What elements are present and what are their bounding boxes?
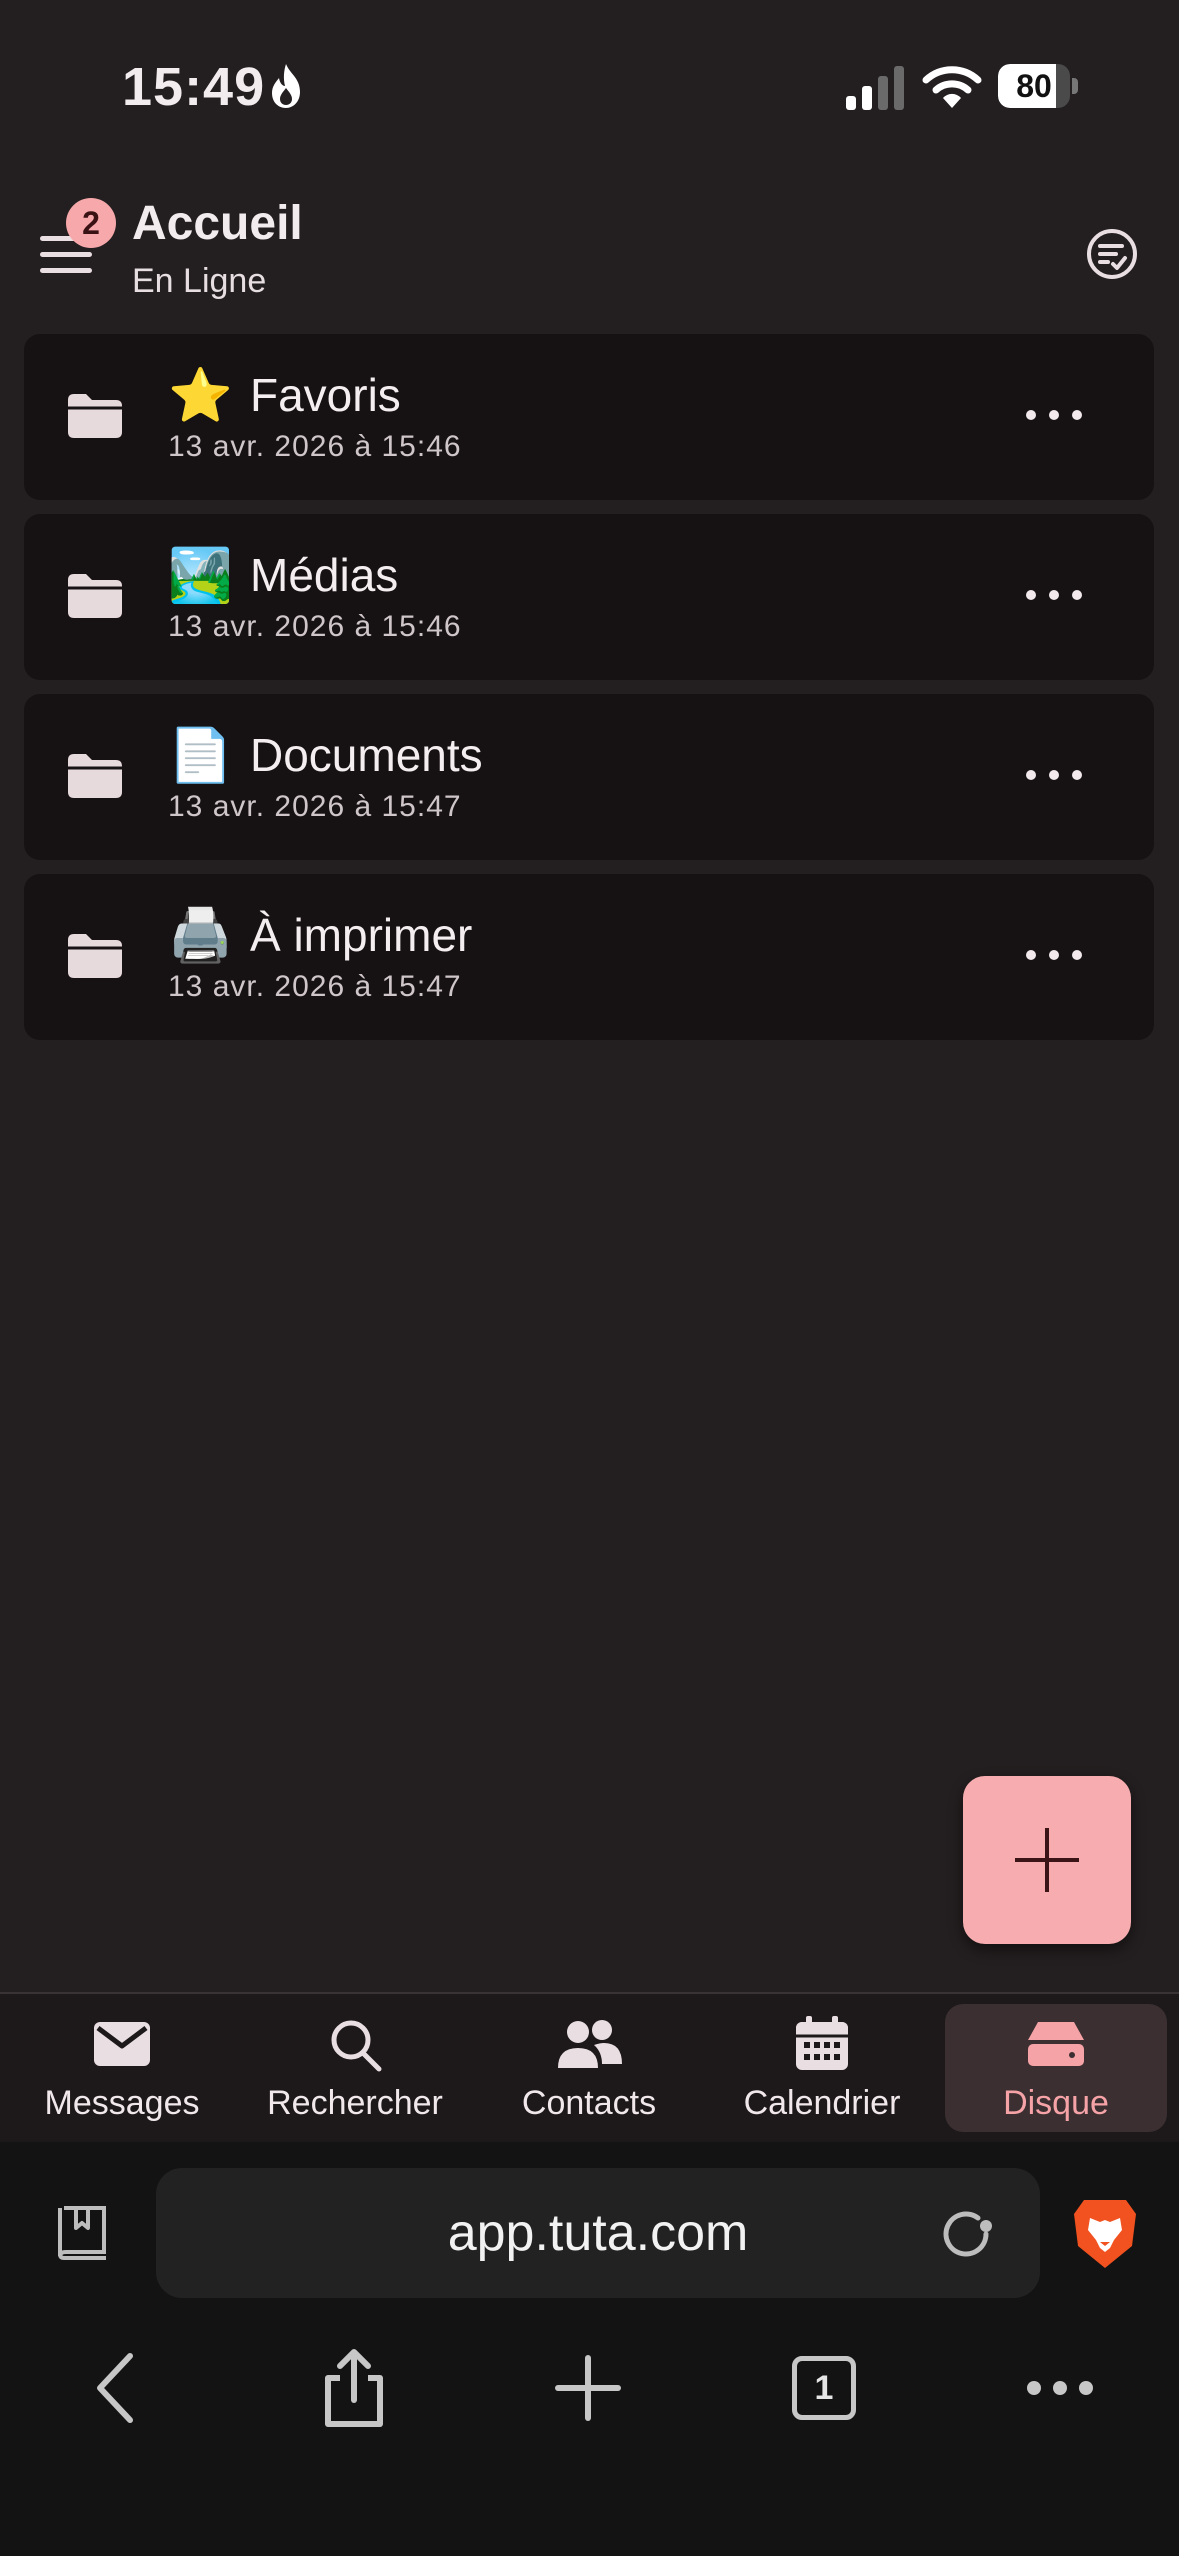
- folder-row[interactable]: 📄 Documents 13 avr. 2026 à 15:47: [24, 694, 1154, 860]
- more-options-icon[interactable]: [1024, 750, 1084, 800]
- folder-name: À imprimer: [250, 909, 473, 961]
- nav-label: Messages: [44, 2084, 200, 2122]
- folder-icon: [68, 574, 122, 618]
- page-title: Accueil: [132, 197, 303, 250]
- search-icon: [331, 2020, 382, 2072]
- folder-name: Documents: [250, 729, 483, 781]
- nav-contacts[interactable]: Contacts: [478, 2004, 700, 2132]
- folder-icon: [68, 394, 122, 438]
- brave-lion-icon[interactable]: [1070, 2196, 1140, 2272]
- folder-name: Favoris: [250, 369, 401, 421]
- battery-icon: 80: [998, 64, 1078, 110]
- folder-icon: [68, 754, 122, 798]
- contacts-icon: [558, 2020, 622, 2068]
- status-time: 15:49: [122, 57, 266, 117]
- folder-name: Médias: [250, 549, 399, 601]
- calendar-icon: [796, 2016, 848, 2070]
- filter-check-icon[interactable]: [1086, 228, 1138, 280]
- folder-emoji-icon: 📄: [168, 727, 233, 785]
- nav-drive[interactable]: Disque: [945, 2004, 1167, 2132]
- url-bar[interactable]: app.tuta.com: [156, 2168, 1040, 2298]
- url-text: app.tuta.com: [447, 2204, 749, 2262]
- add-button[interactable]: [963, 1776, 1131, 1944]
- browser-toolbar: app.tuta.com 1: [0, 2142, 1179, 2556]
- mail-icon: [94, 2022, 150, 2066]
- new-tab-icon[interactable]: [548, 2348, 628, 2428]
- connection-status: En Ligne: [132, 262, 267, 300]
- nav-messages[interactable]: Messages: [11, 2004, 233, 2132]
- wifi-icon: [922, 66, 982, 108]
- folder-date: 13 avr. 2026 à 15:46: [168, 430, 462, 463]
- battery-level: 80: [1016, 68, 1052, 104]
- nav-label: Rechercher: [267, 2084, 443, 2122]
- drive-icon: [1028, 2022, 1084, 2066]
- folder-list: ⭐ Favoris 13 avr. 2026 à 15:46 🏞️ Médias…: [24, 334, 1154, 1054]
- folder-date: 13 avr. 2026 à 15:47: [168, 970, 462, 1003]
- nav-label: Disque: [1003, 2084, 1109, 2122]
- folder-emoji-icon: 🏞️: [168, 547, 233, 605]
- folder-emoji-icon: ⭐: [168, 367, 233, 425]
- nav-label: Calendrier: [743, 2084, 901, 2122]
- folder-emoji-icon: 🖨️: [168, 907, 233, 965]
- signal-icon: [846, 66, 904, 110]
- bottom-navigation: Messages Rechercher Contacts Calendrier …: [0, 1992, 1179, 2144]
- nav-search[interactable]: Rechercher: [244, 2004, 466, 2132]
- folder-row[interactable]: ⭐ Favoris 13 avr. 2026 à 15:46: [24, 334, 1154, 500]
- folder-row[interactable]: 🖨️ À imprimer 13 avr. 2026 à 15:47: [24, 874, 1154, 1040]
- folder-date: 13 avr. 2026 à 15:47: [168, 790, 462, 823]
- notification-badge: 2: [66, 198, 116, 248]
- more-options-icon[interactable]: [1024, 390, 1084, 440]
- more-icon[interactable]: [1020, 2348, 1100, 2428]
- status-bar: 15:49 80: [0, 0, 1179, 170]
- nav-label: Contacts: [521, 2084, 657, 2122]
- back-icon[interactable]: [78, 2348, 158, 2428]
- folder-date: 13 avr. 2026 à 15:46: [168, 610, 462, 643]
- more-options-icon[interactable]: [1024, 930, 1084, 980]
- bookmarks-icon[interactable]: [54, 2204, 112, 2262]
- nav-calendar[interactable]: Calendrier: [711, 2004, 933, 2132]
- flame-icon: [272, 64, 300, 108]
- share-icon[interactable]: [314, 2348, 394, 2428]
- tabs-count: 1: [792, 2356, 856, 2420]
- folder-icon: [68, 934, 122, 978]
- folder-row[interactable]: 🏞️ Médias 13 avr. 2026 à 15:46: [24, 514, 1154, 680]
- reload-icon[interactable]: [938, 2204, 998, 2264]
- tabs-icon[interactable]: 1: [792, 2356, 872, 2436]
- more-options-icon[interactable]: [1024, 570, 1084, 620]
